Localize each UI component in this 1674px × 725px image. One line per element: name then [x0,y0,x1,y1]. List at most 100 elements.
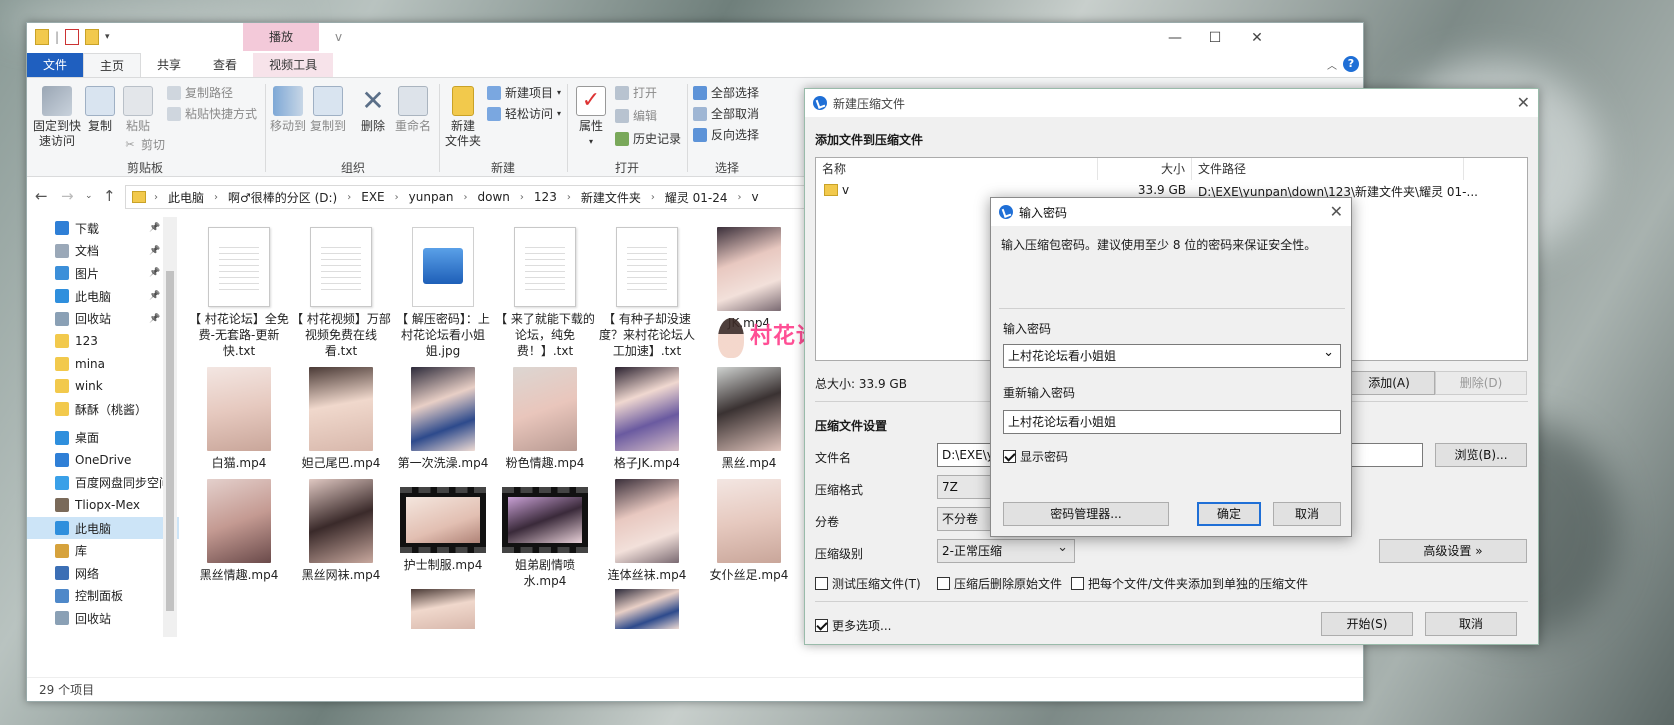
column-header-name[interactable]: 名称 [816,158,1098,180]
confirm-password-input[interactable]: 上村花论坛看小姐姐 [1003,410,1341,434]
file-item[interactable]: 第一次洗澡.mp4 [393,367,493,471]
help-icon[interactable]: ? [1343,56,1359,72]
new-item-button[interactable]: 新建项目 ▾ [487,84,561,101]
nav-item[interactable]: 图片 📌 [27,262,179,285]
folder-icon[interactable] [35,29,49,45]
chevron-down-icon[interactable]: ⌄ [85,191,93,201]
advanced-settings-button[interactable]: 高级设置 » [1379,539,1527,563]
video-thumbnail[interactable] [411,589,475,629]
pin-icon[interactable]: 📌 [149,291,160,301]
copy-to-button[interactable]: 复制到 [309,86,347,134]
pin-quick-access-button[interactable]: 固定到快 速访问 [33,86,81,149]
breadcrumb[interactable]: 新建文件夹 [571,189,651,206]
chevron-down-icon[interactable]: ⌄ [1323,345,1334,364]
add-button[interactable]: 添加(A) [1343,371,1435,395]
paste-button[interactable]: 粘贴 [121,86,155,134]
copy-path-button[interactable]: 复制路径 [167,84,233,101]
tab-home[interactable]: 主页 [83,53,142,77]
nav-item[interactable]: 此电脑 [27,516,179,540]
delete-after-checkbox[interactable]: 压缩后删除原始文件 [937,575,1062,592]
file-item[interactable]: 妲己尾巴.mp4 [291,367,391,471]
breadcrumb[interactable]: v [742,190,769,204]
pin-icon[interactable]: 📌 [149,246,160,256]
tab-file[interactable]: 文件 [27,53,84,77]
start-button[interactable]: 开始(S) [1321,612,1413,636]
nav-item[interactable]: 下载 📌 [27,217,179,240]
edit-button[interactable]: 编辑 [615,107,657,124]
file-item[interactable]: JK.mp4 [699,227,799,331]
level-select[interactable]: 2-正常压缩 [937,537,1075,563]
separate-archives-checkbox[interactable]: 把每个文件/文件夹添加到单独的压缩文件 [1071,575,1308,592]
nav-item[interactable]: 回收站 [27,607,179,630]
open-button[interactable]: 打开 [615,84,657,101]
cancel-button[interactable]: 取消 [1425,612,1517,636]
file-item[interactable]: 格子JK.mp4 [597,367,697,471]
nav-item[interactable]: 库 [27,539,179,562]
ribbon-collapse-icon[interactable]: ︿ [1327,57,1337,72]
breadcrumb[interactable]: 123 [524,190,567,204]
browse-button[interactable]: 浏览(B)... [1435,443,1527,467]
properties-button[interactable]: ✓ 属性 ▾ [573,86,609,149]
breadcrumb[interactable]: down [468,190,520,204]
chevron-down-icon[interactable]: ▾ [105,32,110,42]
nav-item[interactable]: OneDrive [27,449,179,472]
nav-item[interactable]: 回收站 📌 [27,307,179,330]
checkbox[interactable] [1071,577,1084,590]
checkbox[interactable] [1003,450,1016,463]
password-input[interactable]: 上村花论坛看小姐姐 ⌄ [1003,344,1341,368]
new-folder-icon[interactable] [85,29,100,45]
new-folder-button[interactable]: 新建 文件夹 [443,86,483,149]
maximize-button[interactable]: ☐ [1195,27,1235,49]
pin-icon[interactable]: 📌 [149,223,160,233]
select-none-button[interactable]: 全部取消 [693,105,759,122]
checkbox[interactable] [815,619,828,632]
history-button[interactable]: 历史记录 [615,130,681,147]
scrollbar-thumb[interactable] [166,271,174,611]
properties-icon[interactable] [65,29,80,45]
checkbox[interactable] [815,577,828,590]
file-item[interactable]: 粉色情趣.mp4 [495,367,595,471]
file-item[interactable]: 【 有种子却没速度？来村花论坛人工加速】.txt [597,227,697,359]
pin-icon[interactable]: 📌 [149,268,160,278]
close-button[interactable]: ✕ [1237,27,1277,49]
close-icon[interactable]: ✕ [1330,202,1343,221]
nav-item[interactable]: 百度网盘同步空间 [27,472,179,495]
column-header-size[interactable]: 大小 [1098,158,1192,180]
back-arrow-icon[interactable]: ← [35,187,48,205]
breadcrumb[interactable]: 耀灵 01-24 [655,189,738,206]
tab-share[interactable]: 共享 [141,53,197,77]
nav-item[interactable]: 桌面 [27,426,179,449]
checkbox[interactable] [937,577,950,590]
breadcrumb[interactable]: 啊♂很棒的分区 (D:) [218,189,347,206]
file-item[interactable]: 黑丝网袜.mp4 [291,479,391,583]
context-tab-play[interactable]: 播放 [243,23,319,51]
nav-item[interactable]: Tliopx-Mex [27,494,179,517]
file-item[interactable]: 护士制服.mp4 [393,479,493,573]
tab-video-tools[interactable]: 视频工具 [253,53,334,77]
pin-icon[interactable]: 📌 [149,314,160,324]
test-archive-checkbox[interactable]: 测试压缩文件(T) [815,575,921,592]
file-item[interactable]: 【 解压密码】：上村花论坛看小姐姐.jpg [393,227,493,359]
move-to-button[interactable]: 移动到 [269,86,307,134]
close-icon[interactable]: ✕ [1517,93,1530,112]
minimize-button[interactable]: — [1155,27,1195,49]
paste-shortcut-button[interactable]: 粘贴快捷方式 [167,105,257,122]
rename-button[interactable]: 重命名 [393,86,433,134]
file-item[interactable]: 【 村花论坛】全免费-无套路-更新快.txt [189,227,289,359]
forward-arrow-icon[interactable]: → [61,187,74,205]
file-item[interactable]: 【 村花视频】万部视频免费在线看.txt [291,227,391,359]
breadcrumb[interactable]: yunpan [399,190,464,204]
show-password-checkbox[interactable]: 显示密码 [1003,448,1068,465]
nav-item[interactable]: 文档 📌 [27,240,179,263]
file-item[interactable]: 连体丝袜.mp4 [597,479,697,583]
delete-button[interactable]: ✕ 删除 [357,86,389,134]
file-item[interactable]: 黑丝情趣.mp4 [189,479,289,583]
select-all-button[interactable]: 全部选择 [693,84,759,101]
nav-item[interactable]: 酥酥（桃酱） [27,398,179,421]
file-item[interactable]: 黑丝.mp4 [699,367,799,471]
remove-button[interactable]: 删除(D) [1435,371,1527,395]
easy-access-button[interactable]: 轻松访问 ▾ [487,105,561,122]
copy-button[interactable]: 复制 [83,86,117,134]
file-item[interactable]: 姐弟剧情喷水.mp4 [495,479,595,589]
tab-view[interactable]: 查看 [197,53,253,77]
